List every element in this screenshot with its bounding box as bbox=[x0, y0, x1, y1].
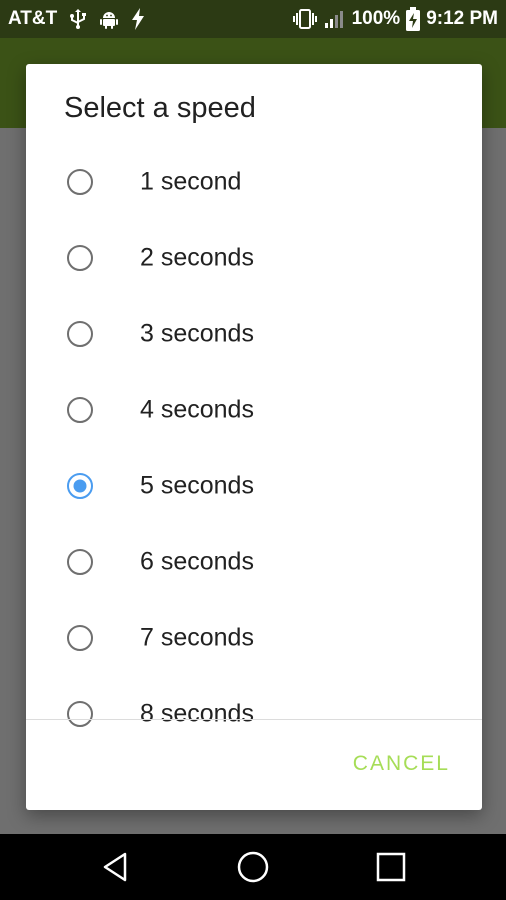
options-list[interactable]: 1 second 2 seconds 3 seconds 4 seconds 5… bbox=[26, 144, 482, 784]
back-button[interactable] bbox=[75, 834, 155, 900]
option-label: 8 seconds bbox=[140, 699, 254, 728]
battery-percent: 100% bbox=[351, 8, 401, 29]
screen: AT&T 100% 9:12 PM Select a speed 1 secon… bbox=[0, 0, 506, 900]
option-label: 2 seconds bbox=[140, 243, 254, 272]
option-5-seconds[interactable]: 5 seconds bbox=[26, 448, 482, 524]
recents-icon bbox=[376, 852, 406, 882]
home-icon bbox=[237, 851, 269, 883]
option-label: 7 seconds bbox=[140, 623, 254, 652]
radio-button[interactable] bbox=[67, 397, 93, 423]
option-2-seconds[interactable]: 2 seconds bbox=[26, 220, 482, 296]
carrier-label: AT&T bbox=[8, 8, 58, 29]
radio-button[interactable] bbox=[67, 169, 93, 195]
back-icon bbox=[103, 852, 127, 882]
status-bar: AT&T 100% 9:12 PM bbox=[0, 0, 506, 38]
radio-button[interactable] bbox=[67, 549, 93, 575]
option-3-seconds[interactable]: 3 seconds bbox=[26, 296, 482, 372]
option-label: 5 seconds bbox=[140, 471, 254, 500]
recents-button[interactable] bbox=[351, 834, 431, 900]
option-label: 4 seconds bbox=[140, 395, 254, 424]
speed-dialog: Select a speed 1 second 2 seconds 3 seco… bbox=[26, 64, 482, 810]
option-7-seconds[interactable]: 7 seconds bbox=[26, 600, 482, 676]
dialog-divider bbox=[26, 719, 482, 720]
option-1-second[interactable]: 1 second bbox=[26, 144, 482, 220]
android-icon bbox=[99, 9, 119, 29]
status-right: 100% 9:12 PM bbox=[292, 7, 498, 31]
charging-bolt-icon bbox=[131, 8, 145, 30]
option-4-seconds[interactable]: 4 seconds bbox=[26, 372, 482, 448]
signal-icon bbox=[324, 9, 346, 29]
battery-charging-icon bbox=[406, 7, 421, 31]
radio-button[interactable] bbox=[67, 245, 93, 271]
usb-icon bbox=[69, 9, 87, 29]
radio-button[interactable] bbox=[67, 321, 93, 347]
radio-button-selected[interactable] bbox=[67, 473, 93, 499]
option-8-seconds[interactable]: 8 seconds bbox=[26, 676, 482, 752]
option-label: 1 second bbox=[140, 167, 242, 196]
option-label: 6 seconds bbox=[140, 547, 254, 576]
home-button[interactable] bbox=[213, 834, 293, 900]
dialog-title: Select a speed bbox=[64, 92, 256, 124]
option-label: 3 seconds bbox=[140, 319, 254, 348]
status-left: AT&T bbox=[8, 8, 145, 30]
clock: 9:12 PM bbox=[426, 8, 498, 29]
radio-button[interactable] bbox=[67, 701, 93, 727]
navigation-bar bbox=[0, 834, 506, 900]
vibrate-icon bbox=[292, 9, 318, 29]
radio-button[interactable] bbox=[67, 625, 93, 651]
cancel-button[interactable]: CANCEL bbox=[353, 752, 450, 776]
option-6-seconds[interactable]: 6 seconds bbox=[26, 524, 482, 600]
